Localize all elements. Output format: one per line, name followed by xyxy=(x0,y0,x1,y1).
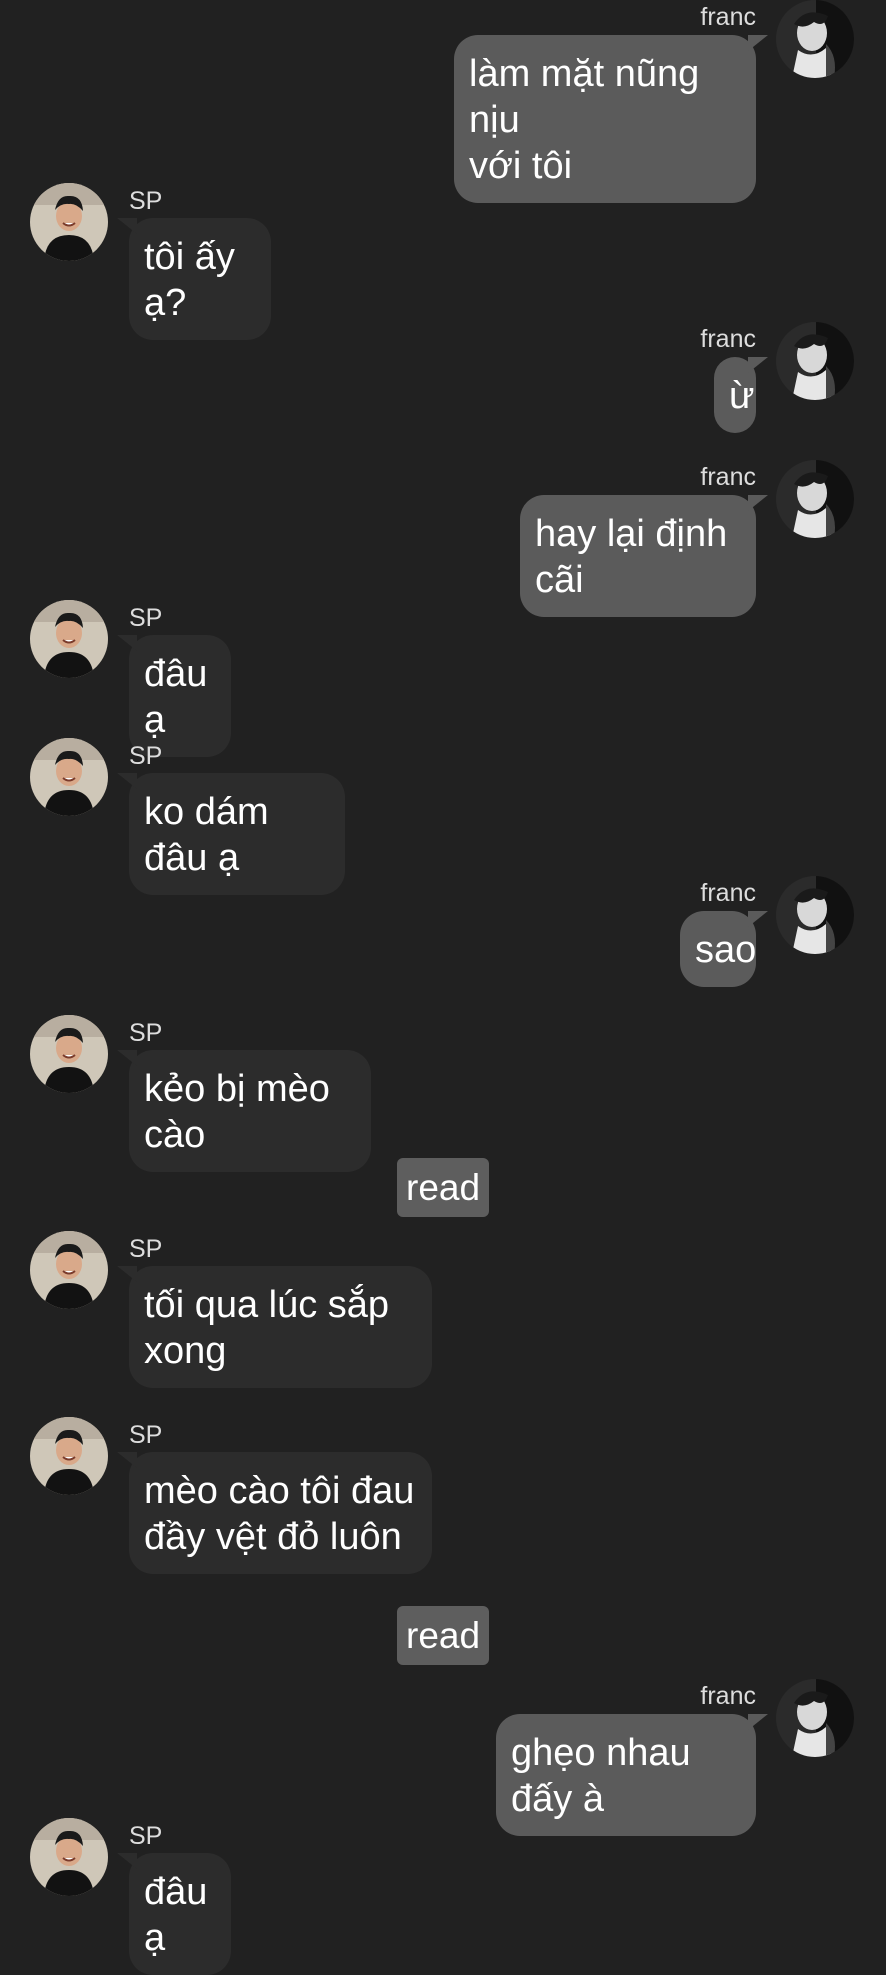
sender-name: SP xyxy=(129,187,163,215)
avatar-sp-icon[interactable] xyxy=(30,1015,108,1093)
message-bubble[interactable]: ừ xyxy=(714,357,768,433)
message-bubble[interactable]: làm mặt nũng nịu với tôi xyxy=(454,35,768,203)
sender-name: franc xyxy=(700,3,756,31)
avatar-sp-icon[interactable] xyxy=(30,1417,108,1495)
message-bubble[interactable]: ko dám đâu ạ xyxy=(117,773,345,895)
message-bubble[interactable]: sao xyxy=(680,911,768,987)
avatar-sp-icon[interactable] xyxy=(30,1231,108,1309)
chat-thread[interactable]: franc làm mặt nũng nịu với tôi SP tôi ấy ạ?… xyxy=(0,0,886,1975)
read-receipt-marker: read xyxy=(397,1606,490,1665)
message-bubble[interactable]: kẻo bị mèo cào xyxy=(117,1050,371,1172)
message-bubble[interactable]: ghẹo nhau đấy à xyxy=(496,1714,768,1836)
message-bubble[interactable]: hay lại định cãi xyxy=(520,495,768,617)
read-receipt-marker: read xyxy=(397,1158,490,1217)
avatar-franc-icon[interactable] xyxy=(776,460,854,538)
sender-name: SP xyxy=(129,1019,163,1047)
sender-name: franc xyxy=(700,325,756,353)
avatar-sp-icon[interactable] xyxy=(30,1818,108,1896)
avatar-franc-icon[interactable] xyxy=(776,0,854,78)
avatar-sp-icon[interactable] xyxy=(30,183,108,261)
sender-name: SP xyxy=(129,1822,163,1850)
avatar-sp-icon[interactable] xyxy=(30,600,108,678)
sender-name: franc xyxy=(700,879,756,907)
sender-name: franc xyxy=(700,463,756,491)
message-bubble[interactable]: đâu ạ xyxy=(117,635,231,757)
sender-name: SP xyxy=(129,604,163,632)
message-bubble[interactable]: đâu ạ xyxy=(117,1853,231,1975)
sender-name: franc xyxy=(700,1682,756,1710)
avatar-franc-icon[interactable] xyxy=(776,876,854,954)
avatar-sp-icon[interactable] xyxy=(30,738,108,816)
sender-name: SP xyxy=(129,1235,163,1263)
sender-name: SP xyxy=(129,742,163,770)
message-bubble[interactable]: tối qua lúc sắp xong xyxy=(117,1266,432,1388)
message-bubble[interactable]: tôi ấy ạ? xyxy=(117,218,271,340)
avatar-franc-icon[interactable] xyxy=(776,1679,854,1757)
avatar-franc-icon[interactable] xyxy=(776,322,854,400)
sender-name: SP xyxy=(129,1421,163,1449)
message-bubble[interactable]: mèo cào tôi đau đầy vệt đỏ luôn xyxy=(117,1452,432,1574)
